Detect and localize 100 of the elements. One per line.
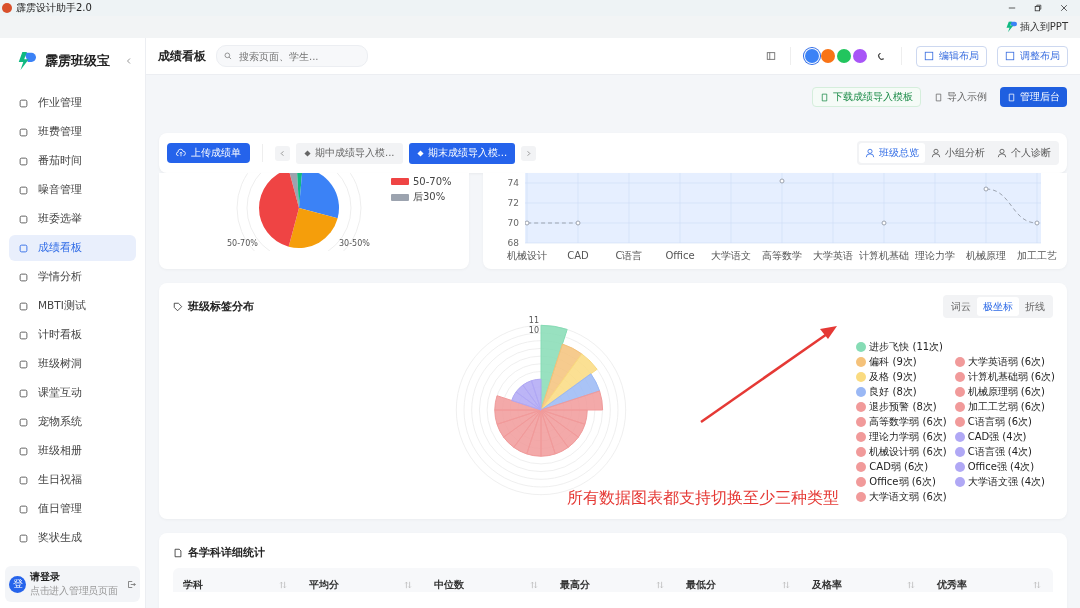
theme-swatch[interactable] [837, 49, 851, 63]
legend-item: 计算机基础弱 (6次) [954, 370, 1055, 383]
insert-ppt-button[interactable]: 插入到PPT [1004, 20, 1068, 34]
legend-item: Office弱 (6次) [856, 475, 947, 488]
column-header[interactable]: 平均分 [308, 578, 339, 592]
axis-label: 11 [528, 316, 539, 325]
legend-item: C语言弱 (6次) [954, 415, 1055, 428]
sidebar-item[interactable]: 生日祝福 [9, 467, 136, 493]
file-tab[interactable]: 期中成绩导入模... [296, 142, 403, 164]
legend-item: 进步飞快 (11次) [856, 340, 1055, 353]
sort-icon[interactable] [278, 581, 287, 589]
app-logo-icon [2, 3, 12, 13]
square-icon [19, 359, 28, 369]
y-tick-label: 70 [507, 218, 520, 228]
search-icon [224, 52, 232, 60]
legend-item: 大学语文强 (4次) [954, 475, 1055, 488]
square-icon [19, 388, 28, 398]
square-icon [19, 446, 28, 456]
legend-item: 大学英语弱 (6次) [954, 355, 1055, 368]
logo-icon [1004, 21, 1017, 33]
file-tab[interactable]: 期末成绩导入模... [408, 142, 516, 164]
column-header[interactable]: 及格率 [811, 578, 842, 592]
square-icon [19, 417, 28, 427]
sidebar-item[interactable]: 班级树洞 [9, 351, 136, 377]
layout-button[interactable]: 调整布局 [997, 45, 1068, 67]
scroll-left-button[interactable] [275, 145, 290, 161]
column-header[interactable]: 学科 [183, 578, 203, 592]
close-icon[interactable] [1060, 4, 1068, 12]
sort-icon[interactable] [907, 581, 916, 589]
minimize-icon[interactable] [1008, 4, 1016, 12]
sidebar-item[interactable]: 奖状生成 [9, 525, 136, 551]
search-field[interactable]: 搜索页面、学生... [216, 45, 368, 67]
sidebar-toggle-icon[interactable] [766, 51, 776, 61]
sidebar-item[interactable]: 班费管理 [9, 119, 136, 145]
document-icon [934, 92, 943, 102]
mode-tab[interactable]: 折线 [1019, 297, 1051, 316]
view-tab[interactable]: 班级总览 [859, 143, 925, 163]
action-button[interactable]: 导入示例 [927, 87, 994, 107]
sidebar-item[interactable]: 班级相册 [9, 438, 136, 464]
x-tick-label: CAD [567, 250, 590, 261]
user-hint: 点击进入管理员页面 [30, 584, 119, 598]
x-tick-label: Office [665, 250, 695, 261]
legend-item: C语言强 (4次) [954, 445, 1055, 458]
theme-swatch[interactable] [853, 49, 867, 63]
sort-icon[interactable] [404, 581, 413, 589]
sidebar-item[interactable]: 宠物系统 [9, 409, 136, 435]
sidebar-item[interactable]: 计时看板 [9, 322, 136, 348]
sidebar-item[interactable]: 噪音管理 [9, 177, 136, 203]
legend-item: 后30% [391, 190, 452, 204]
sort-icon[interactable] [1033, 581, 1041, 589]
legend-item: 良好 (8次) [856, 385, 947, 398]
slice-label: 30-50% [339, 239, 370, 248]
legend-item: 机械设计弱 (6次) [856, 445, 947, 458]
sort-icon[interactable] [781, 581, 790, 589]
layout-button[interactable]: 编辑布局 [916, 45, 987, 67]
collapse-icon[interactable] [125, 57, 133, 65]
legend-item: 机械原理弱 (6次) [954, 385, 1055, 398]
column-header[interactable]: 优秀率 [937, 578, 968, 592]
x-tick-label: 加工工艺 [1017, 250, 1057, 261]
square-icon [19, 330, 28, 340]
legend-item: Office强 (4次) [954, 460, 1055, 473]
sidebar-item[interactable]: 课堂互动 [9, 380, 136, 406]
person-icon [931, 148, 941, 158]
view-tab[interactable]: 个人诊断 [991, 143, 1057, 163]
sidebar-item[interactable]: 作业管理 [9, 90, 136, 116]
sidebar-item[interactable]: 班委选举 [9, 206, 136, 232]
page-title: 成绩看板 [158, 47, 206, 65]
action-button[interactable]: 管理后台 [1000, 87, 1067, 107]
theme-swatch[interactable] [821, 49, 835, 63]
x-tick-label: 机械设计 [507, 250, 547, 261]
column-header[interactable]: 中位数 [434, 578, 465, 592]
sidebar-item[interactable]: 学情分析 [9, 264, 136, 290]
y-tick-label: 74 [507, 178, 520, 188]
theme-swatch[interactable] [805, 49, 819, 63]
mode-tab[interactable]: 词云 [945, 297, 977, 316]
axis-label: 10 [528, 326, 539, 335]
brand-logo-icon [16, 51, 36, 71]
column-header[interactable]: 最低分 [685, 578, 716, 592]
sort-icon[interactable] [530, 581, 539, 589]
column-header[interactable]: 最高分 [560, 578, 591, 592]
view-tab[interactable]: 小组分析 [925, 143, 991, 163]
action-button[interactable]: 下载成绩导入模板 [812, 87, 921, 107]
logout-icon[interactable] [127, 579, 136, 589]
moon-icon[interactable] [877, 51, 887, 61]
x-tick-label: 大学语文 [711, 250, 751, 261]
restore-icon[interactable] [1034, 4, 1042, 12]
sidebar-item[interactable]: 番茄时间 [9, 148, 136, 174]
square-icon [19, 533, 28, 543]
sidebar-item[interactable]: MBTI测试 [9, 293, 136, 319]
person-icon [865, 148, 875, 158]
card-title: 各学科详细统计 [188, 545, 265, 560]
mode-tab[interactable]: 极坐标 [977, 297, 1019, 316]
scroll-right-button[interactable] [521, 145, 537, 161]
legend-item: CAD强 (4次) [954, 430, 1055, 443]
sidebar-item[interactable]: 成绩看板 [9, 235, 136, 261]
upload-button[interactable]: 上传成绩单 [167, 143, 250, 163]
sort-icon[interactable] [655, 581, 664, 589]
sidebar-item[interactable]: 值日管理 [9, 496, 136, 522]
square-icon [19, 156, 28, 166]
square-icon [19, 214, 28, 224]
